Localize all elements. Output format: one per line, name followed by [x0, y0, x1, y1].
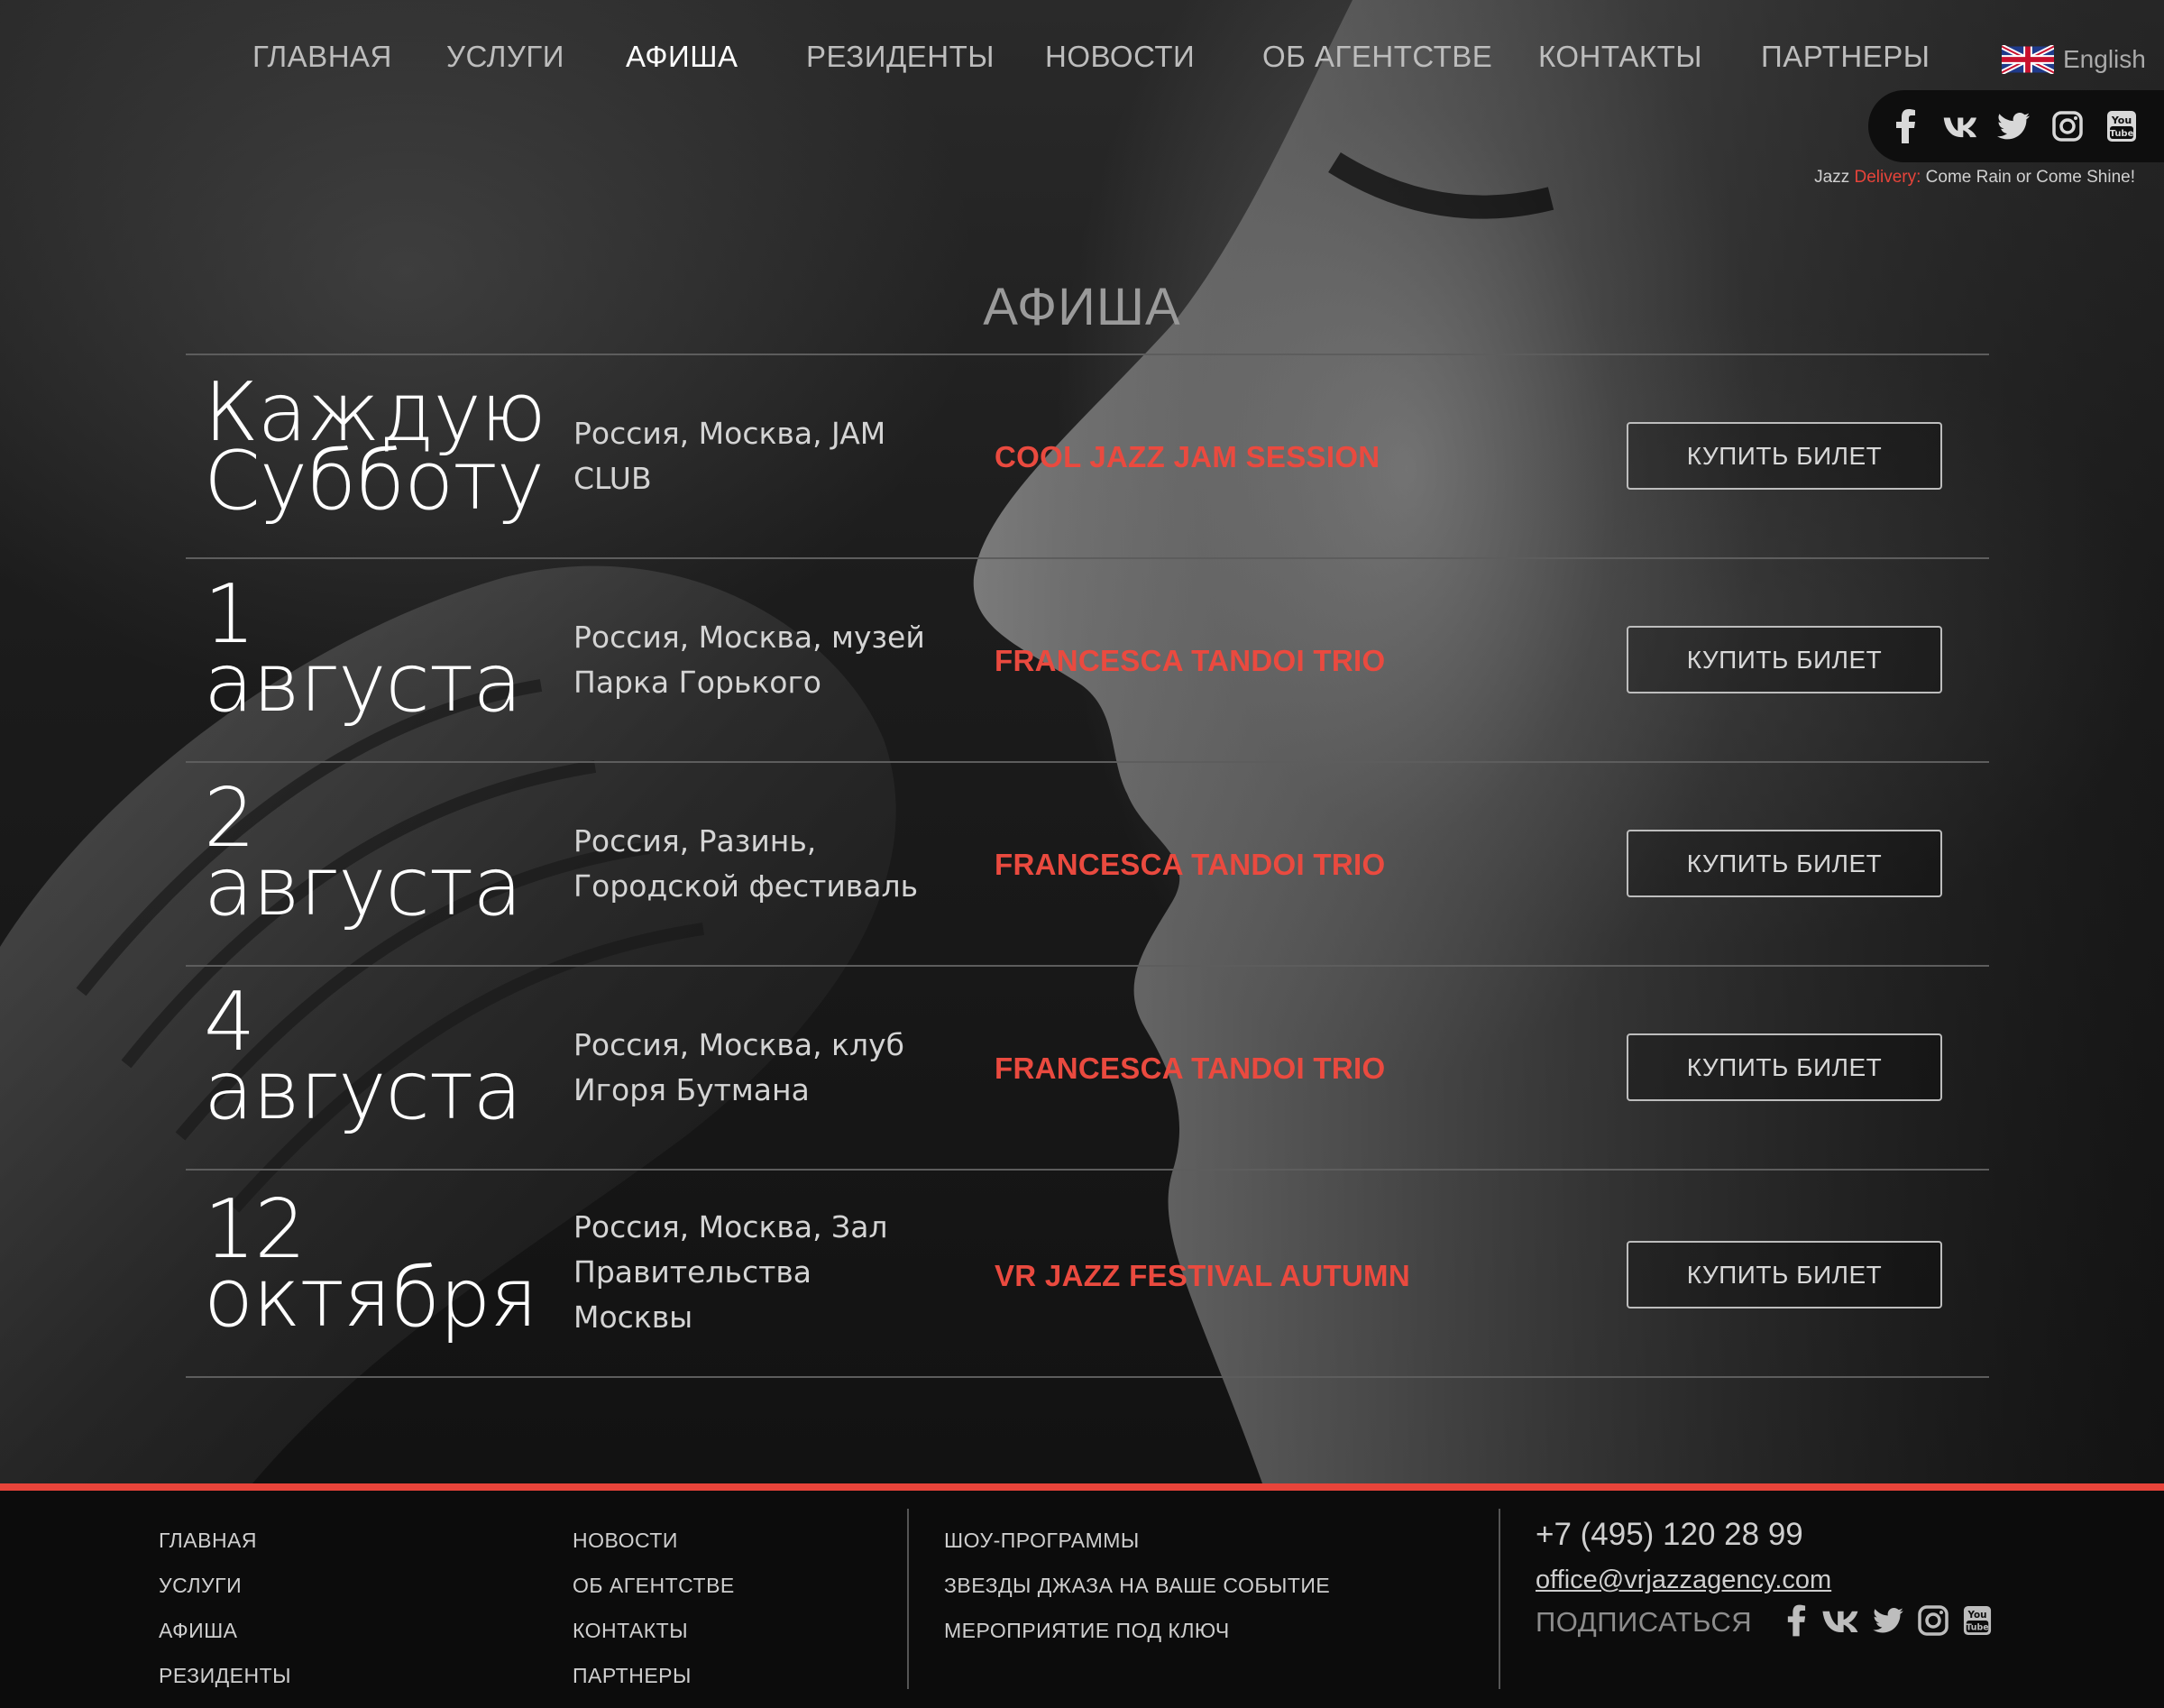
footer-phone[interactable]: +7 (495) 120 28 99 [1536, 1512, 1992, 1557]
footer-link-services[interactable]: УСЛУГИ [159, 1563, 291, 1608]
buy-ticket-button[interactable]: КУПИТЬ БИЛЕТ [1627, 422, 1942, 490]
svg-text:You: You [2111, 115, 2132, 126]
event-date: 1 августа [204, 574, 564, 730]
event-row: 4 августа Россия, Москва, клуб Игоря Бут… [186, 965, 1989, 1169]
footer-link-home[interactable]: ГЛАВНАЯ [159, 1518, 291, 1563]
youtube-icon[interactable]: You Tube [1963, 1605, 1992, 1639]
nav-item-contacts[interactable]: КОНТАКТЫ [1538, 40, 1702, 74]
vk-icon[interactable] [1820, 1609, 1858, 1636]
footer-link-events[interactable]: АФИША [159, 1608, 291, 1653]
footer-email-link[interactable]: office@vrjazzagency.com [1536, 1566, 1831, 1594]
event-location: Россия, Разинь, Городской фестиваль [573, 823, 919, 904]
facebook-icon[interactable] [1888, 109, 1922, 143]
event-title-link[interactable]: FRANCESCA TANDOI TRIO [995, 644, 1385, 678]
subscribe-label[interactable]: ПОДПИСАТЬСЯ [1536, 1606, 1752, 1639]
footer-link-about[interactable]: ОБ АГЕНТСТВЕ [573, 1563, 735, 1608]
event-date-line2: августа [204, 636, 522, 730]
footer-divider [907, 1509, 909, 1689]
nav-item-events[interactable]: АФИША [626, 40, 738, 74]
nav-item-partners[interactable]: ПАРТНЕРЫ [1761, 40, 1930, 74]
event-location: Россия, Москва, JAM CLUB [573, 416, 886, 496]
event-date: 12 октября [204, 1189, 564, 1345]
twitter-icon[interactable] [1996, 109, 2031, 143]
youtube-icon[interactable]: You Tube [2104, 109, 2139, 143]
site-footer: ГЛАВНАЯ УСЛУГИ АФИША РЕЗИДЕНТЫ НОВОСТИ О… [0, 1491, 2164, 1708]
footer-link-shows[interactable]: ШОУ-ПРОГРАММЫ [944, 1518, 1330, 1563]
event-location: Россия, Москва, Зал Правительства Москвы [573, 1209, 888, 1335]
event-date-line2: августа [204, 1043, 522, 1138]
event-row: 2 августа Россия, Разинь, Городской фест… [186, 761, 1989, 965]
event-date-line2: октября [204, 1251, 538, 1345]
event-date: Каждую Субботу [204, 372, 564, 528]
buy-ticket-button[interactable]: КУПИТЬ БИЛЕТ [1627, 626, 1942, 693]
nav-item-home[interactable]: ГЛАВНАЯ [252, 40, 392, 74]
nav-item-residents[interactable]: РЕЗИДЕНТЫ [806, 40, 995, 74]
footer-link-partners[interactable]: ПАРТНЕРЫ [573, 1653, 735, 1698]
footer-link-residents[interactable]: РЕЗИДЕНТЫ [159, 1653, 291, 1698]
event-title-link[interactable]: VR JAZZ FESTIVAL AUTUMN [995, 1259, 1410, 1293]
tagline-accent: Delivery: [1854, 168, 1921, 187]
footer-link-news[interactable]: НОВОСТИ [573, 1518, 735, 1563]
facebook-icon[interactable] [1786, 1604, 1806, 1640]
uk-flag-icon [2002, 45, 2054, 74]
event-title-link[interactable]: FRANCESCA TANDOI TRIO [995, 848, 1385, 882]
tagline-suffix: Come Rain or Come Shine! [1921, 168, 2135, 187]
page-title: АФИША [983, 277, 1181, 336]
events-list: Каждую Субботу Россия, Москва, JAM CLUB … [186, 354, 1989, 1378]
event-date: 2 августа [204, 778, 564, 934]
footer-subscribe-row: ПОДПИСАТЬСЯ You Tube [1536, 1604, 1992, 1640]
buy-ticket-button[interactable]: КУПИТЬ БИЛЕТ [1627, 1033, 1942, 1101]
footer-link-jazz-stars[interactable]: ЗВЕЗДЫ ДЖАЗА НА ВАШЕ СОБЫТИЕ [944, 1563, 1330, 1608]
twitter-icon[interactable] [1873, 1608, 1903, 1637]
footer-link-contacts[interactable]: КОНТАКТЫ [573, 1608, 735, 1653]
event-location: Россия, Москва, музей Парка Горького [573, 620, 925, 700]
nav-item-services[interactable]: УСЛУГИ [446, 40, 564, 74]
event-date-line2: Субботу [204, 434, 545, 528]
language-label: English [2063, 45, 2146, 73]
footer-nav-column-2: НОВОСТИ ОБ АГЕНТСТВЕ КОНТАКТЫ ПАРТНЕРЫ [573, 1518, 735, 1698]
site-tagline: Jazz Delivery: Come Rain or Come Shine! [1814, 168, 2135, 188]
footer-services-column: ШОУ-ПРОГРАММЫ ЗВЕЗДЫ ДЖАЗА НА ВАШЕ СОБЫТ… [944, 1518, 1330, 1653]
footer-contacts: +7 (495) 120 28 99 office@vrjazzagency.c… [1536, 1512, 1992, 1640]
event-date-line2: августа [204, 840, 522, 934]
vk-icon[interactable] [1942, 109, 1976, 143]
nav-item-about[interactable]: ОБ АГЕНТСТВЕ [1262, 40, 1492, 74]
language-switcher[interactable]: English [2002, 43, 2146, 76]
nav-item-news[interactable]: НОВОСТИ [1045, 40, 1195, 74]
buy-ticket-button[interactable]: КУПИТЬ БИЛЕТ [1627, 830, 1942, 897]
footer-accent-bar [0, 1483, 2164, 1491]
event-row: Каждую Субботу Россия, Москва, JAM CLUB … [186, 354, 1989, 557]
tagline-prefix: Jazz [1814, 168, 1855, 187]
svg-text:Tube: Tube [2110, 129, 2134, 139]
event-row: 1 августа Россия, Москва, музей Парка Го… [186, 557, 1989, 761]
instagram-icon[interactable] [1918, 1605, 1949, 1639]
buy-ticket-button[interactable]: КУПИТЬ БИЛЕТ [1627, 1241, 1942, 1309]
footer-divider [1499, 1509, 1500, 1689]
event-title-link[interactable]: FRANCESCA TANDOI TRIO [995, 1051, 1385, 1086]
main-navigation: ГЛАВНАЯ УСЛУГИ АФИША РЕЗИДЕНТЫ НОВОСТИ О… [0, 40, 2164, 85]
instagram-icon[interactable] [2050, 109, 2085, 143]
event-location: Россия, Москва, клуб Игоря Бутмана [573, 1027, 904, 1107]
event-date: 4 августа [204, 982, 564, 1138]
header-social-links: You Tube [1868, 90, 2164, 162]
svg-text:You: You [1967, 1610, 1987, 1621]
svg-text:Tube: Tube [1967, 1622, 1989, 1632]
event-title-link[interactable]: COOL JAZZ JAM SESSION [995, 440, 1380, 474]
footer-social-links: You Tube [1786, 1604, 1992, 1640]
footer-link-turnkey-event[interactable]: МЕРОПРИЯТИЕ ПОД КЛЮЧ [944, 1608, 1330, 1653]
footer-nav-column-1: ГЛАВНАЯ УСЛУГИ АФИША РЕЗИДЕНТЫ [159, 1518, 291, 1698]
event-row: 12 октября Россия, Москва, Зал Правитель… [186, 1169, 1989, 1378]
